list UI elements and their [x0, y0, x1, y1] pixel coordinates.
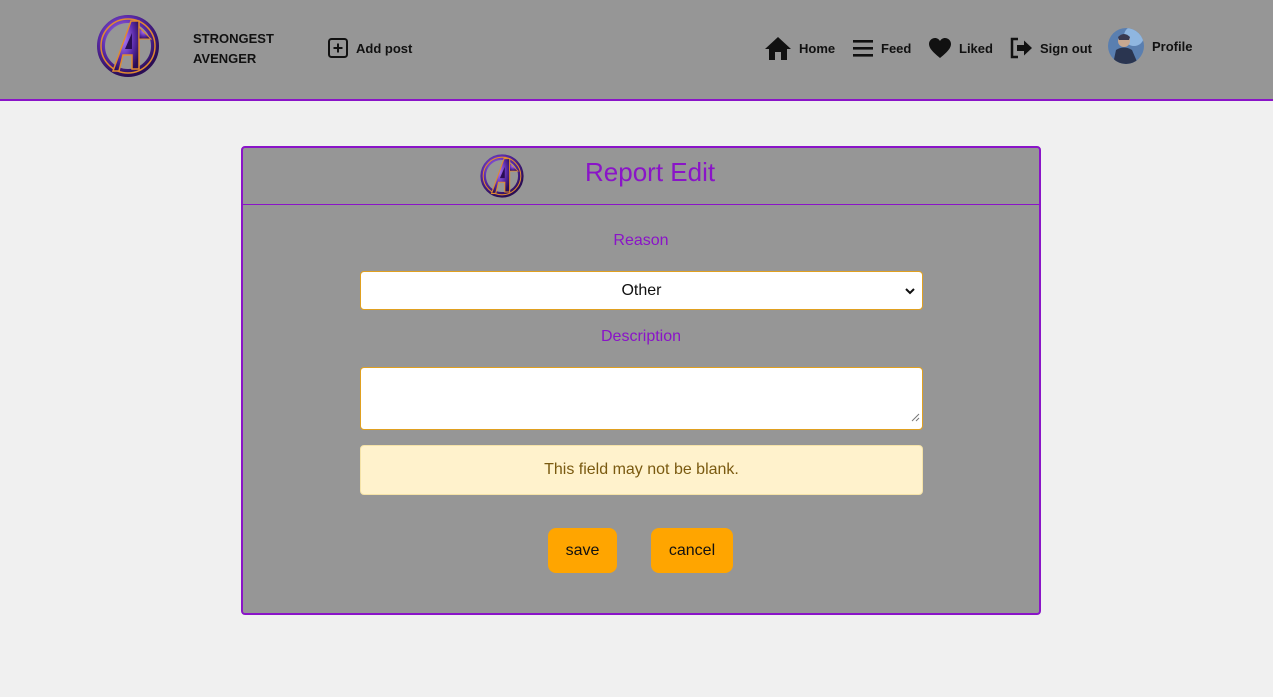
plus-square-icon	[327, 37, 349, 59]
save-button[interactable]: save	[548, 528, 617, 573]
home-icon	[764, 36, 792, 60]
avengers-logo-icon	[479, 154, 525, 198]
nav-feed-label: Feed	[881, 40, 912, 56]
brand-name-line1: STRONGEST	[193, 31, 274, 46]
heart-icon	[928, 37, 952, 59]
nav-home[interactable]: Home	[764, 35, 835, 61]
card-header: Report Edit	[243, 148, 1039, 205]
sign-out-icon	[1009, 37, 1033, 59]
nav-home-label: Home	[799, 40, 836, 56]
brand-name[interactable]: STRONGEST AVENGER	[193, 29, 283, 69]
avatar	[1108, 28, 1144, 64]
cancel-button[interactable]: cancel	[651, 528, 733, 573]
top-navbar: STRONGEST AVENGER Add post Home Feed Lik…	[0, 0, 1273, 101]
report-edit-card: Report Edit Reason Other Description Thi…	[241, 146, 1041, 615]
nav-feed[interactable]: Feed	[852, 35, 911, 61]
list-icon	[852, 38, 874, 58]
nav-sign-out[interactable]: Sign out	[1009, 35, 1092, 61]
reason-select[interactable]: Other	[360, 271, 923, 310]
chevron-down-icon	[904, 284, 916, 302]
page-title: Report Edit	[585, 157, 716, 187]
nav-profile-label: Profile	[1152, 38, 1193, 54]
description-label: Description	[600, 328, 682, 345]
reason-select-value: Other	[621, 281, 662, 299]
avengers-logo-icon[interactable]	[95, 15, 161, 77]
nav-liked[interactable]: Liked	[928, 35, 993, 61]
nav-sign-out-label: Sign out	[1040, 40, 1092, 56]
resize-grip-icon[interactable]	[911, 409, 920, 427]
description-textarea[interactable]	[360, 367, 923, 430]
brand-name-line2: AVENGER	[193, 51, 257, 66]
error-message: This field may not be blank.	[544, 461, 739, 478]
error-alert: This field may not be blank.	[360, 445, 923, 495]
nav-add-post-label: Add post	[356, 40, 413, 56]
nav-add-post[interactable]: Add post	[327, 35, 412, 61]
nav-liked-label: Liked	[959, 40, 993, 56]
reason-label: Reason	[613, 232, 669, 249]
nav-profile[interactable]: Profile	[1108, 27, 1192, 65]
